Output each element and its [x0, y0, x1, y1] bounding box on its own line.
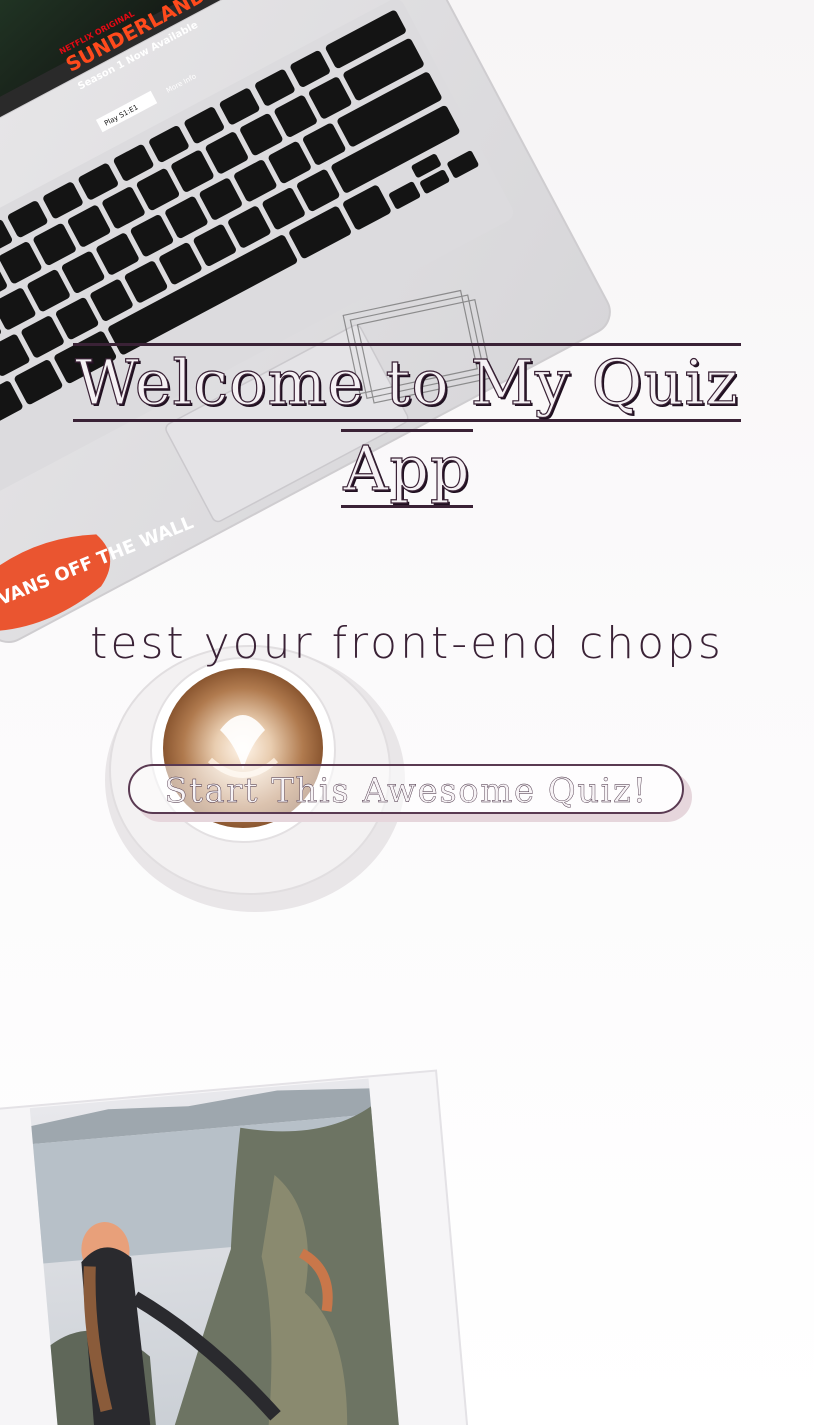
- quiz-landing-page: NETFLIX ORIGINAL SUNDERLAND Season 1 Now…: [0, 0, 814, 1425]
- page-title: Welcome to My Quiz App: [73, 343, 741, 508]
- page-subtitle: test your front-end chops: [90, 618, 724, 669]
- hero-section: Welcome to My Quiz App test your front-e…: [0, 0, 814, 1425]
- title-container: Welcome to My Quiz App: [30, 340, 784, 512]
- start-quiz-button[interactable]: Start This Awesome Quiz!: [128, 764, 684, 814]
